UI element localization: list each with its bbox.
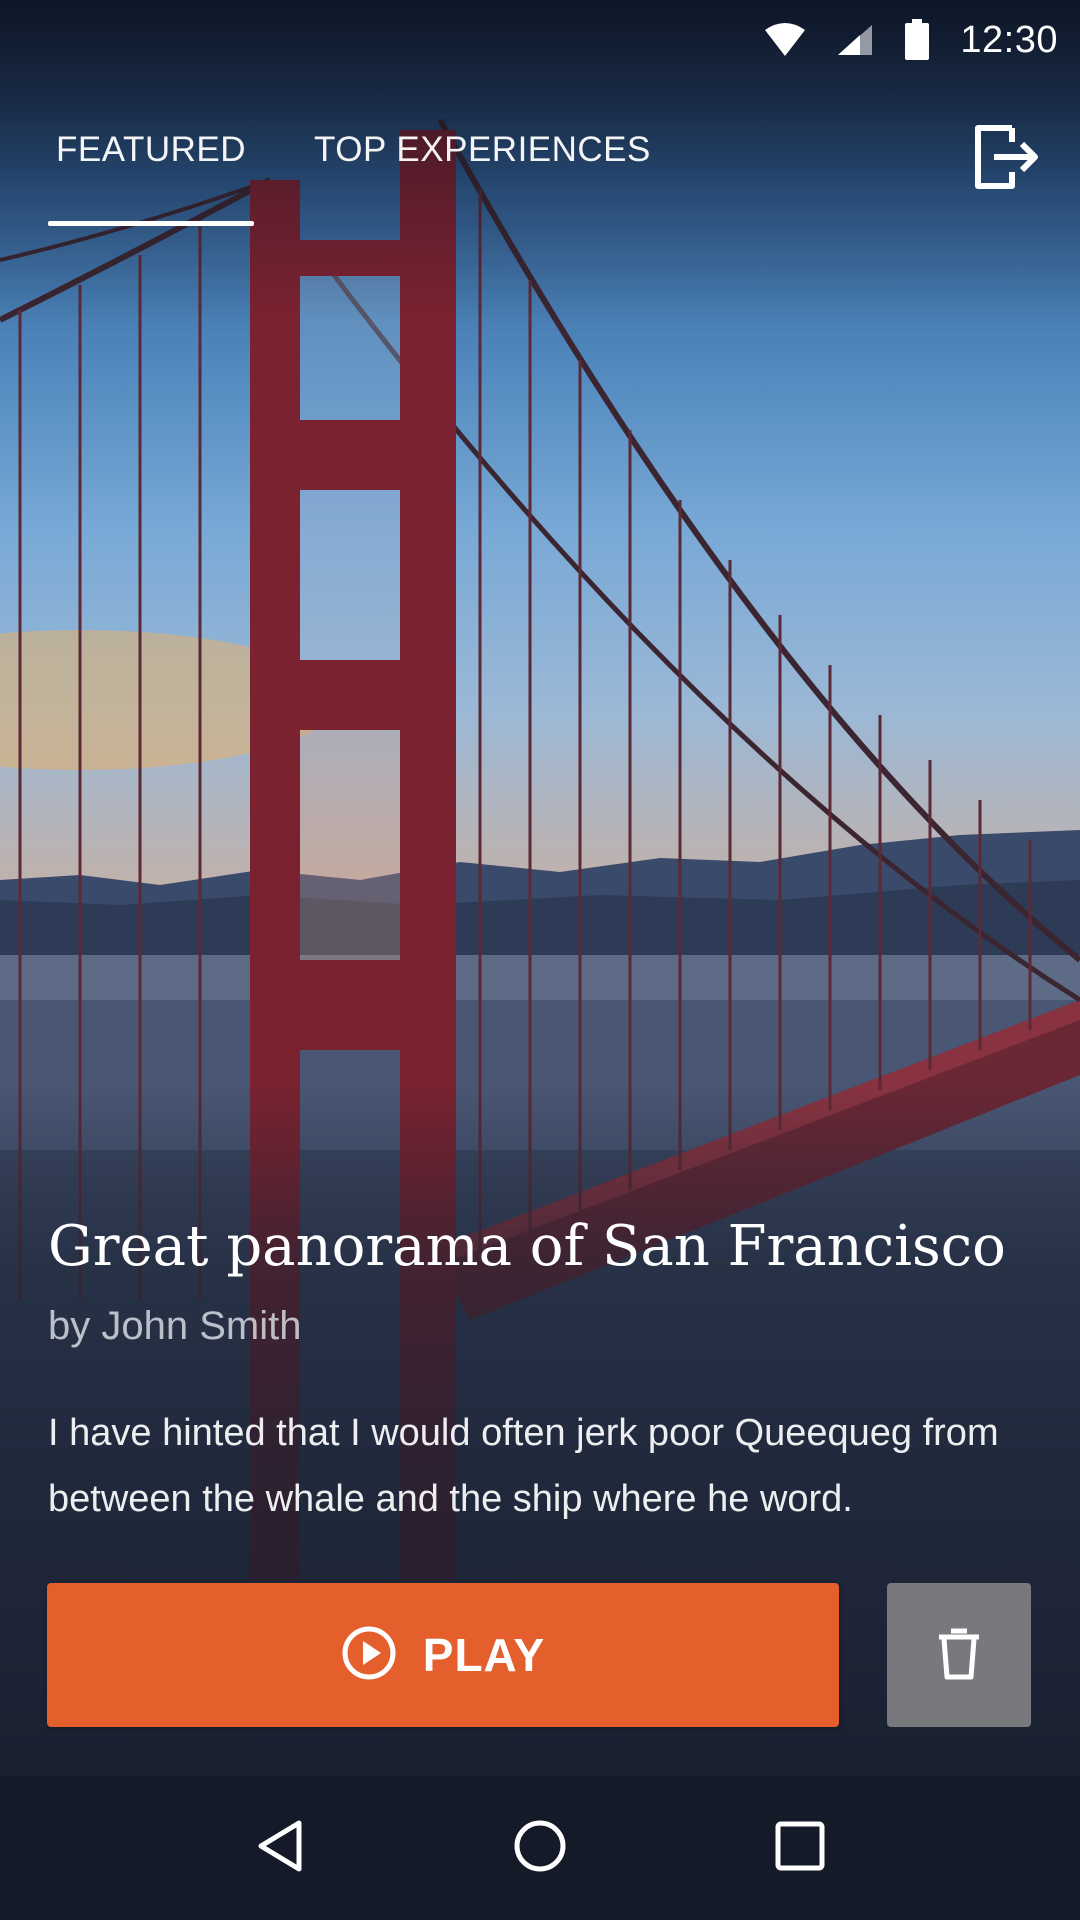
- battery-icon: [904, 19, 930, 61]
- wifi-icon: [764, 22, 806, 58]
- back-icon: [255, 1819, 305, 1878]
- play-button[interactable]: PLAY: [47, 1583, 839, 1727]
- tab-bar: FEATURED TOP EXPERIENCES: [48, 130, 669, 226]
- tab-label: TOP EXPERIENCES: [314, 130, 651, 169]
- play-label: PLAY: [422, 1629, 546, 1681]
- cellular-signal-icon: [836, 23, 874, 57]
- home-button[interactable]: [492, 1800, 588, 1896]
- trash-icon: [935, 1625, 983, 1686]
- status-bar: 12:30: [0, 0, 1080, 80]
- recents-icon: [775, 1821, 825, 1876]
- system-nav-bar: [0, 1776, 1080, 1920]
- back-button[interactable]: [232, 1800, 328, 1896]
- status-clock: 12:30: [960, 18, 1058, 61]
- home-icon: [513, 1819, 567, 1878]
- exit-button[interactable]: [972, 124, 1040, 190]
- tab-featured[interactable]: FEATURED: [48, 130, 254, 226]
- tab-label: FEATURED: [55, 130, 247, 169]
- exit-icon: [972, 125, 1040, 194]
- experience-author: by John Smith: [48, 1304, 302, 1348]
- experience-title: Great panorama of San Francisco: [48, 1214, 1006, 1279]
- tab-top-experiences[interactable]: TOP EXPERIENCES: [296, 130, 669, 226]
- delete-button[interactable]: [887, 1583, 1031, 1727]
- recents-button[interactable]: [752, 1800, 848, 1896]
- play-circle-icon: [341, 1625, 397, 1686]
- experience-description: I have hinted that I would often jerk po…: [48, 1412, 999, 1520]
